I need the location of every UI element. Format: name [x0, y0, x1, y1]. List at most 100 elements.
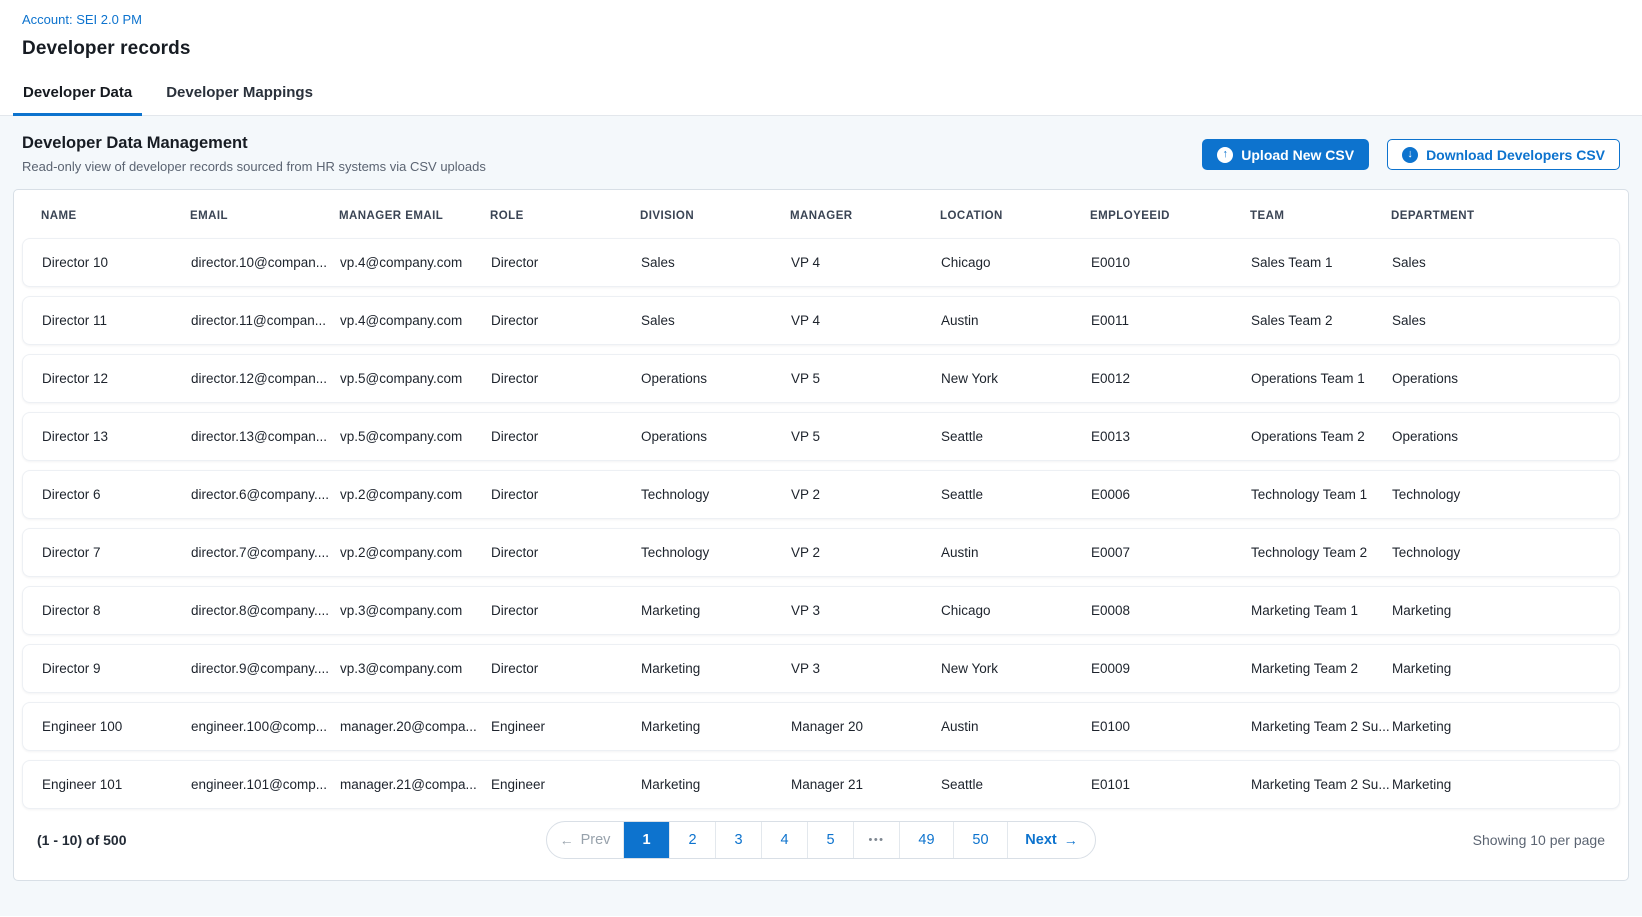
cell-email: director.8@company.... [191, 603, 340, 618]
cell-department: Marketing [1392, 777, 1619, 792]
cell-name: Director 6 [42, 487, 191, 502]
table-row[interactable]: Engineer 101engineer.101@comp...manager.… [22, 760, 1620, 809]
prev-label: Prev [581, 832, 611, 848]
column-header-email: EMAIL [190, 210, 339, 222]
developer-data-table: NAMEEMAILMANAGER EMAILROLEDIVISIONMANAGE… [13, 189, 1629, 881]
cell-name: Director 12 [42, 371, 191, 386]
cell-email: director.12@compan... [191, 371, 340, 386]
page-header: Account: SEI 2.0 PM Developer records [0, 0, 1642, 60]
page-button-4[interactable]: 4 [761, 822, 807, 858]
cell-manager: VP 2 [791, 487, 941, 502]
page-title: Developer records [22, 38, 1620, 60]
account-breadcrumb-link[interactable]: Account: SEI 2.0 PM [22, 12, 142, 27]
cell-name: Engineer 101 [42, 777, 191, 792]
page-button-49[interactable]: 49 [899, 822, 953, 858]
cell-employeeid: E0100 [1091, 719, 1251, 734]
cell-manager: VP 2 [791, 545, 941, 560]
prev-page-button[interactable]: ← Prev [547, 822, 623, 858]
tab-developer-data[interactable]: Developer Data [13, 72, 142, 115]
cell-location: Austin [941, 719, 1091, 734]
table-row[interactable]: Director 8director.8@company....vp.3@com… [22, 586, 1620, 635]
cell-name: Engineer 100 [42, 719, 191, 734]
section-subtitle: Read-only view of developer records sour… [22, 159, 486, 174]
page-ellipsis: ••• [853, 822, 899, 858]
cell-team: Sales Team 1 [1251, 255, 1392, 270]
next-page-button[interactable]: Next → [1007, 822, 1095, 858]
cell-department: Marketing [1392, 603, 1619, 618]
page-button-2[interactable]: 2 [669, 822, 715, 858]
cell-location: Chicago [941, 603, 1091, 618]
cell-team: Technology Team 2 [1251, 545, 1392, 560]
table-footer: (1 - 10) of 500 ← Prev 12345•••4950 Next… [14, 809, 1628, 881]
cell-email: engineer.101@comp... [191, 777, 340, 792]
cell-name: Director 9 [42, 661, 191, 676]
cell-role: Director [491, 255, 641, 270]
cell-division: Marketing [641, 661, 791, 676]
page-button-1[interactable]: 1 [623, 822, 669, 858]
cell-manager: VP 5 [791, 429, 941, 444]
cell-email: director.6@company.... [191, 487, 340, 502]
table-row[interactable]: Director 13director.13@compan...vp.5@com… [22, 412, 1620, 461]
cell-manager-email: vp.4@company.com [340, 313, 491, 328]
arrow-right-icon: → [1064, 833, 1078, 847]
per-page-label: Showing 10 per page [1473, 832, 1605, 848]
table-row[interactable]: Director 9director.9@company....vp.3@com… [22, 644, 1620, 693]
download-developers-csv-button[interactable]: ↓ Download Developers CSV [1387, 139, 1620, 170]
table-row[interactable]: Director 6director.6@company....vp.2@com… [22, 470, 1620, 519]
cell-manager: VP 3 [791, 603, 941, 618]
arrow-left-icon: ← [560, 833, 574, 847]
upload-new-csv-button[interactable]: ↑ Upload New CSV [1202, 139, 1369, 170]
cell-name: Director 7 [42, 545, 191, 560]
csv-actions: ↑ Upload New CSV ↓ Download Developers C… [1202, 139, 1620, 170]
cell-team: Sales Team 2 [1251, 313, 1392, 328]
cell-manager: VP 4 [791, 255, 941, 270]
cell-manager-email: manager.20@compa... [340, 719, 491, 734]
cell-manager: VP 4 [791, 313, 941, 328]
cell-location: New York [941, 371, 1091, 386]
cell-name: Director 10 [42, 255, 191, 270]
column-header-name: NAME [41, 210, 190, 222]
table-row[interactable]: Director 7director.7@company....vp.2@com… [22, 528, 1620, 577]
cell-role: Director [491, 661, 641, 676]
cell-division: Sales [641, 255, 791, 270]
cell-division: Marketing [641, 719, 791, 734]
section-titles: Developer Data Management Read-only view… [22, 134, 486, 174]
cell-role: Director [491, 371, 641, 386]
cell-role: Director [491, 545, 641, 560]
cell-team: Operations Team 1 [1251, 371, 1392, 386]
tab-bar: Developer Data Developer Mappings [0, 72, 1642, 116]
tab-developer-mappings[interactable]: Developer Mappings [156, 72, 323, 115]
cell-division: Operations [641, 371, 791, 386]
table-row[interactable]: Engineer 100engineer.100@comp...manager.… [22, 702, 1620, 751]
download-icon: ↓ [1402, 147, 1418, 163]
cell-manager: VP 5 [791, 371, 941, 386]
cell-employeeid: E0101 [1091, 777, 1251, 792]
cell-manager-email: vp.2@company.com [340, 545, 491, 560]
cell-name: Director 8 [42, 603, 191, 618]
section-title: Developer Data Management [22, 134, 486, 153]
cell-location: Chicago [941, 255, 1091, 270]
cell-role: Director [491, 429, 641, 444]
table-row[interactable]: Director 10director.10@compan...vp.4@com… [22, 238, 1620, 287]
cell-department: Operations [1392, 371, 1619, 386]
column-header-team: TEAM [1250, 210, 1391, 222]
table-row[interactable]: Director 12director.12@compan...vp.5@com… [22, 354, 1620, 403]
cell-employeeid: E0012 [1091, 371, 1251, 386]
cell-employeeid: E0013 [1091, 429, 1251, 444]
cell-name: Director 13 [42, 429, 191, 444]
cell-location: Seattle [941, 777, 1091, 792]
cell-division: Marketing [641, 777, 791, 792]
cell-email: director.10@compan... [191, 255, 340, 270]
cell-role: Engineer [491, 719, 641, 734]
cell-manager-email: vp.3@company.com [340, 661, 491, 676]
table-row[interactable]: Director 11director.11@compan...vp.4@com… [22, 296, 1620, 345]
page-button-5[interactable]: 5 [807, 822, 853, 858]
page-button-50[interactable]: 50 [953, 822, 1007, 858]
page-button-3[interactable]: 3 [715, 822, 761, 858]
cell-division: Technology [641, 545, 791, 560]
cell-team: Technology Team 1 [1251, 487, 1392, 502]
cell-department: Sales [1392, 255, 1619, 270]
cell-name: Director 11 [42, 313, 191, 328]
cell-division: Sales [641, 313, 791, 328]
cell-employeeid: E0010 [1091, 255, 1251, 270]
